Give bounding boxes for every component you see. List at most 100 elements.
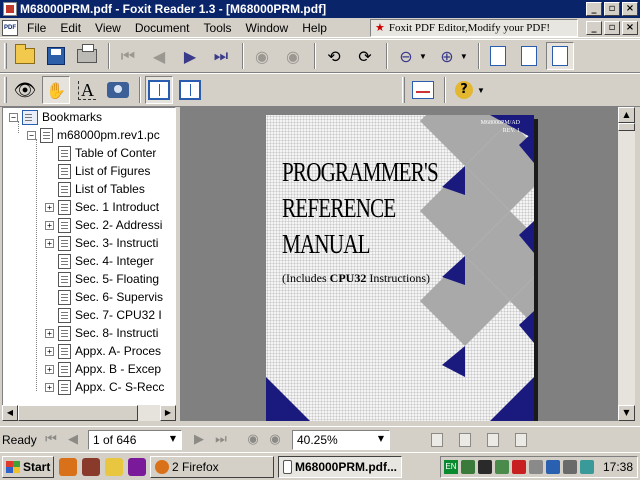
bookmark-item[interactable]: List of Figures bbox=[45, 162, 150, 180]
close-button[interactable]: × bbox=[622, 2, 638, 16]
scroll-right-icon[interactable]: ▶ bbox=[160, 405, 176, 421]
back-button[interactable]: ◉ bbox=[248, 42, 276, 70]
chevron-down-icon[interactable]: ▼ bbox=[165, 430, 181, 449]
scroll-down-icon[interactable]: ▼ bbox=[618, 405, 635, 421]
expand-icon[interactable]: + bbox=[45, 346, 54, 356]
bookmark-document[interactable]: − m68000pm.rev1.pc bbox=[27, 126, 160, 144]
rotate-right-button[interactable]: ⟳ bbox=[351, 42, 379, 70]
chevron-down-icon[interactable]: ▼ bbox=[373, 430, 389, 449]
bookmark-root[interactable]: − Bookmarks bbox=[9, 108, 102, 126]
single-page-view-icon[interactable] bbox=[426, 429, 448, 451]
taskbar-foxit[interactable]: M68000PRM.pdf... bbox=[278, 455, 402, 478]
fit-width-button[interactable] bbox=[545, 42, 574, 70]
document-icon[interactable]: PDF bbox=[2, 19, 18, 36]
actual-size-button[interactable] bbox=[484, 42, 512, 70]
document-vscrollbar[interactable]: ▲ ▼ bbox=[618, 107, 635, 421]
taskbar-firefox[interactable]: 2 Firefox bbox=[150, 455, 274, 478]
bookmarks-panel-button[interactable] bbox=[145, 76, 173, 104]
forward-icon[interactable]: ◉ bbox=[264, 429, 286, 451]
open-button[interactable] bbox=[11, 42, 39, 70]
pdf-page[interactable]: M68000PM/AD REV. 1 PROGRAMMER'S REFERENC… bbox=[266, 115, 534, 421]
prev-page-icon[interactable]: ◀ bbox=[62, 429, 84, 451]
scroll-left-icon[interactable]: ◀ bbox=[2, 405, 18, 421]
minimize-button[interactable]: _ bbox=[586, 2, 602, 16]
quicklaunch-icon[interactable] bbox=[128, 457, 146, 476]
scroll-up-icon[interactable]: ▲ bbox=[618, 107, 635, 123]
first-page-button[interactable]: ⏮ bbox=[114, 42, 142, 70]
save-button[interactable] bbox=[42, 42, 70, 70]
find-button[interactable]: 👁 bbox=[11, 76, 39, 104]
doc-restore-button[interactable]: ▫ bbox=[604, 20, 620, 35]
antivirus-icon[interactable] bbox=[511, 459, 526, 474]
quicklaunch-icon[interactable] bbox=[105, 457, 123, 476]
bookmark-item[interactable]: + Appx. A- Proces bbox=[45, 342, 161, 360]
quicklaunch-icon[interactable] bbox=[82, 457, 100, 476]
zoom-in-button[interactable]: ⊕ bbox=[433, 42, 461, 70]
last-page-button[interactable]: ⏭ bbox=[207, 42, 235, 70]
bookmark-item[interactable]: + Sec. 8- Instructi bbox=[45, 324, 158, 342]
zoom-value[interactable]: 40.25% bbox=[293, 433, 373, 447]
firefox-icon[interactable] bbox=[59, 457, 77, 476]
bookmark-item[interactable]: Table of Conter bbox=[45, 144, 156, 162]
toolbar-grip[interactable] bbox=[4, 43, 7, 69]
clock[interactable]: 17:38 bbox=[603, 460, 633, 474]
bookmark-item[interactable]: Sec. 5- Floating bbox=[45, 270, 159, 288]
bookmark-item[interactable]: List of Tables bbox=[45, 180, 145, 198]
thumbnails-panel-button[interactable] bbox=[176, 76, 204, 104]
bookmarks-pane[interactable]: − Bookmarks − m68000pm.rev1.pc Table of … bbox=[2, 107, 176, 421]
facing-view-icon[interactable] bbox=[482, 429, 504, 451]
bookmark-item[interactable]: + Sec. 1 Introduct bbox=[45, 198, 159, 216]
maximize-button[interactable]: ▫ bbox=[604, 2, 620, 16]
bookmark-item[interactable]: Sec. 7- CPU32 I bbox=[45, 306, 162, 324]
bookmarks-hscrollbar[interactable]: ◀ ▶ bbox=[2, 405, 176, 421]
page-number-field[interactable]: 1 of 646 ▼ bbox=[88, 429, 182, 450]
expand-icon[interactable]: + bbox=[45, 238, 54, 248]
print-button[interactable] bbox=[73, 42, 101, 70]
zoom-out-dropdown-icon[interactable]: ▼ bbox=[419, 52, 427, 61]
menu-view[interactable]: View bbox=[88, 21, 128, 35]
expand-icon[interactable]: + bbox=[45, 328, 54, 338]
prev-page-button[interactable]: ◀ bbox=[145, 42, 173, 70]
bookmark-item[interactable]: Sec. 6- Supervis bbox=[45, 288, 163, 306]
zoom-field[interactable]: 40.25% ▼ bbox=[292, 429, 390, 450]
help-button[interactable]: ? bbox=[450, 76, 478, 104]
tray-app-icon[interactable] bbox=[545, 459, 560, 474]
ad-banner[interactable]: ★ Foxit PDF Editor,Modify your PDF! bbox=[370, 18, 578, 37]
expand-icon[interactable]: + bbox=[45, 220, 54, 230]
rotate-left-button[interactable]: ⟲ bbox=[320, 42, 348, 70]
doc-close-button[interactable]: × bbox=[622, 20, 638, 35]
scroll-thumb[interactable] bbox=[618, 123, 635, 131]
first-page-icon[interactable]: ⏮ bbox=[40, 429, 62, 451]
zoom-in-dropdown-icon[interactable]: ▼ bbox=[460, 52, 468, 61]
expand-icon[interactable]: + bbox=[45, 364, 54, 374]
help-dropdown-icon[interactable]: ▼ bbox=[477, 86, 485, 95]
continuous-view-icon[interactable] bbox=[454, 429, 476, 451]
tray-app-icon[interactable] bbox=[494, 459, 509, 474]
continuous-facing-view-icon[interactable] bbox=[510, 429, 532, 451]
tray-app-icon[interactable] bbox=[477, 459, 492, 474]
bookmark-item[interactable]: + Sec. 2- Addressi bbox=[45, 216, 162, 234]
toolbar-grip[interactable] bbox=[4, 77, 7, 103]
expand-icon[interactable]: + bbox=[45, 382, 54, 392]
expand-icon[interactable]: + bbox=[45, 202, 54, 212]
toolbar-grip[interactable] bbox=[402, 77, 405, 103]
document-view[interactable]: M68000PM/AD REV. 1 PROGRAMMER'S REFERENC… bbox=[180, 107, 618, 421]
next-page-icon[interactable]: ▶ bbox=[188, 429, 210, 451]
menu-edit[interactable]: Edit bbox=[53, 21, 88, 35]
bookmark-item[interactable]: + Appx. B - Excep bbox=[45, 360, 161, 378]
bookmark-item[interactable]: Sec. 4- Integer bbox=[45, 252, 154, 270]
forward-button[interactable]: ◉ bbox=[279, 42, 307, 70]
doc-minimize-button[interactable]: _ bbox=[586, 20, 602, 35]
menu-document[interactable]: Document bbox=[128, 21, 197, 35]
tray-app-icon[interactable] bbox=[562, 459, 577, 474]
next-page-button[interactable]: ▶ bbox=[176, 42, 204, 70]
pdf-app-icon[interactable] bbox=[3, 2, 17, 16]
language-indicator[interactable]: EN bbox=[443, 459, 458, 474]
snapshot-button[interactable] bbox=[104, 76, 132, 104]
network-icon[interactable] bbox=[460, 459, 475, 474]
bookmark-item[interactable]: + Sec. 3- Instructi bbox=[45, 234, 158, 252]
collapse-icon[interactable]: − bbox=[27, 130, 36, 140]
bookmark-item[interactable]: + Appx. C- S-Recc bbox=[45, 378, 164, 396]
menu-window[interactable]: Window bbox=[239, 21, 296, 35]
menu-help[interactable]: Help bbox=[295, 21, 334, 35]
